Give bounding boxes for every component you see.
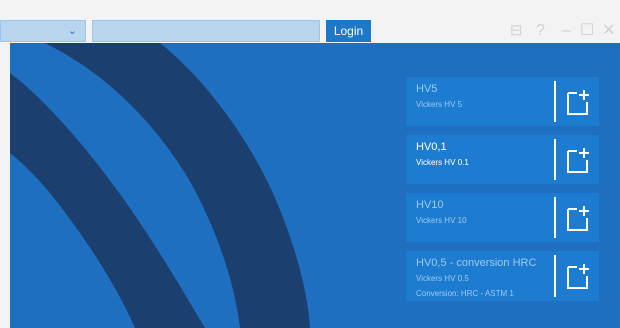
test-method-subtitle: Vickers HV 0.5 (416, 274, 469, 283)
profile-select[interactable]: ⌄ (0, 20, 86, 42)
test-method-title: HV10 (416, 199, 444, 211)
test-method-subtitle: Vickers HV 0.1 (416, 158, 469, 167)
test-method-title: HV0,1 (416, 141, 447, 153)
test-method-subtitle: Vickers HV 5 (416, 100, 463, 109)
chevron-down-icon[interactable]: ⌄ (68, 24, 77, 37)
test-method-card[interactable]: HV0,5 - conversion HRC Vickers HV 0.5 Co… (406, 251, 599, 301)
top-toolbar: ⌄ Login ⊟ ? – ☐ ✕ (0, 0, 620, 42)
card-divider (554, 81, 556, 122)
add-document-icon[interactable] (565, 88, 593, 116)
login-button[interactable]: Login (326, 20, 371, 42)
add-document-icon[interactable] (565, 262, 593, 290)
test-method-subtitle: Vickers HV 10 (416, 216, 467, 225)
card-divider (554, 197, 556, 238)
minimize-icon[interactable]: – (562, 21, 571, 41)
test-method-card[interactable]: HV5 Vickers HV 5 (406, 77, 599, 126)
user-input[interactable] (92, 20, 320, 42)
test-method-title: HV5 (416, 83, 438, 95)
add-document-icon[interactable] (565, 204, 593, 232)
close-icon[interactable]: ✕ (602, 21, 615, 41)
card-divider (554, 139, 556, 180)
test-method-card-selected[interactable]: HV0,1 Vickers HV 0.1 (406, 135, 599, 184)
main-panel: HV5 Vickers HV 5 HV0,1 Vickers HV 0.1 HV… (10, 43, 620, 328)
test-method-detail: Conversion: HRC - ASTM 1 (416, 289, 514, 298)
maximize-icon[interactable]: ☐ (580, 21, 594, 41)
card-divider (554, 255, 556, 297)
test-method-title: HV0,5 - conversion HRC (416, 257, 537, 269)
layout-icon[interactable]: ⊟ (510, 21, 523, 41)
add-document-icon[interactable] (565, 146, 593, 174)
test-method-card[interactable]: HV10 Vickers HV 10 (406, 193, 599, 242)
help-icon[interactable]: ? (536, 21, 545, 41)
